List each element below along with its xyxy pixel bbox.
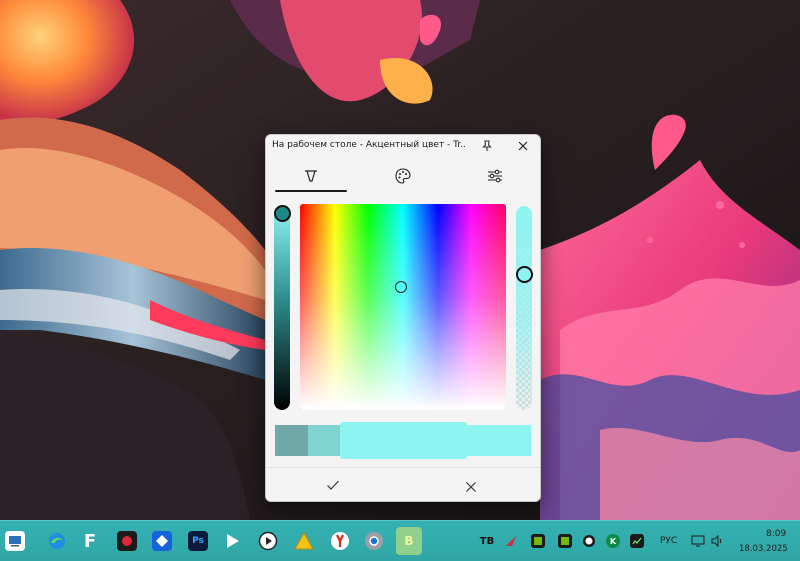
green-app-icon[interactable]: B [396,527,422,555]
arcade-icon[interactable] [294,531,314,551]
color-swatch-darker[interactable] [275,425,308,456]
chrome-icon[interactable] [364,531,384,551]
network-monitor-icon[interactable] [630,534,644,548]
palette-icon [395,168,411,184]
nvidia-icon[interactable] [558,534,572,548]
tab-dropper[interactable] [275,159,347,193]
opacity-slider[interactable] [516,206,532,410]
color-spectrum[interactable] [300,204,506,410]
teamviewer-icon[interactable] [152,531,172,551]
tb-icon[interactable]: TB [480,534,494,548]
close-button[interactable] [515,138,531,154]
monitor-icon[interactable] [691,534,705,548]
photoshop-icon[interactable]: Ps [188,531,208,551]
current-color-swatch [340,422,467,459]
cancel-button[interactable] [465,478,477,492]
pin-icon[interactable] [480,139,496,153]
volume-icon[interactable] [710,534,724,548]
color-spectrum-thumb[interactable] [395,281,407,293]
footer-divider [266,467,540,468]
close-icon [518,141,528,151]
tab-selection-indicator [275,190,347,192]
close-icon [466,482,476,492]
picker-tabs [266,159,540,193]
tab-sliders[interactable] [459,159,531,193]
sliders-icon [488,169,502,183]
screen-recorder-icon[interactable] [117,531,137,551]
checkmark-icon [327,480,339,490]
files-icon[interactable]: F [80,531,100,552]
clock-time[interactable]: 8:09 [766,529,786,539]
dialog-titlebar[interactable]: На рабочем столе - Акцентный цвет - Tr..… [266,135,540,157]
nvidia-icon[interactable] [531,534,545,548]
confirm-button[interactable] [326,477,340,491]
media-player-icon[interactable] [222,531,242,551]
clock-date[interactable]: 18.03.2025 [739,544,788,554]
tab-palette[interactable] [367,159,439,193]
taskbar: F Ps B TB K РУС 8:09 18.03.2025 [0,520,800,561]
input-language[interactable]: РУС [660,536,677,546]
desktop-icon[interactable] [5,531,25,551]
brightness-slider[interactable] [274,206,290,410]
play-icon[interactable] [258,531,278,551]
opacity-slider-thumb[interactable] [516,266,533,283]
dropper-icon [305,170,317,182]
green-circle-icon[interactable] [582,534,596,548]
edge-icon[interactable] [47,531,67,551]
dialog-title: На рабочем столе - Акцентный цвет - Tr..… [272,140,466,150]
color-swatch-light[interactable] [467,425,531,456]
kaspersky-icon[interactable]: K [606,534,620,548]
yandex-browser-icon[interactable] [330,531,350,551]
red-app-icon[interactable] [504,534,518,548]
color-swatch-dark[interactable] [308,425,340,456]
color-picker-dialog: На рабочем столе - Акцентный цвет - Tr..… [265,134,541,502]
brightness-slider-thumb[interactable] [274,205,291,222]
